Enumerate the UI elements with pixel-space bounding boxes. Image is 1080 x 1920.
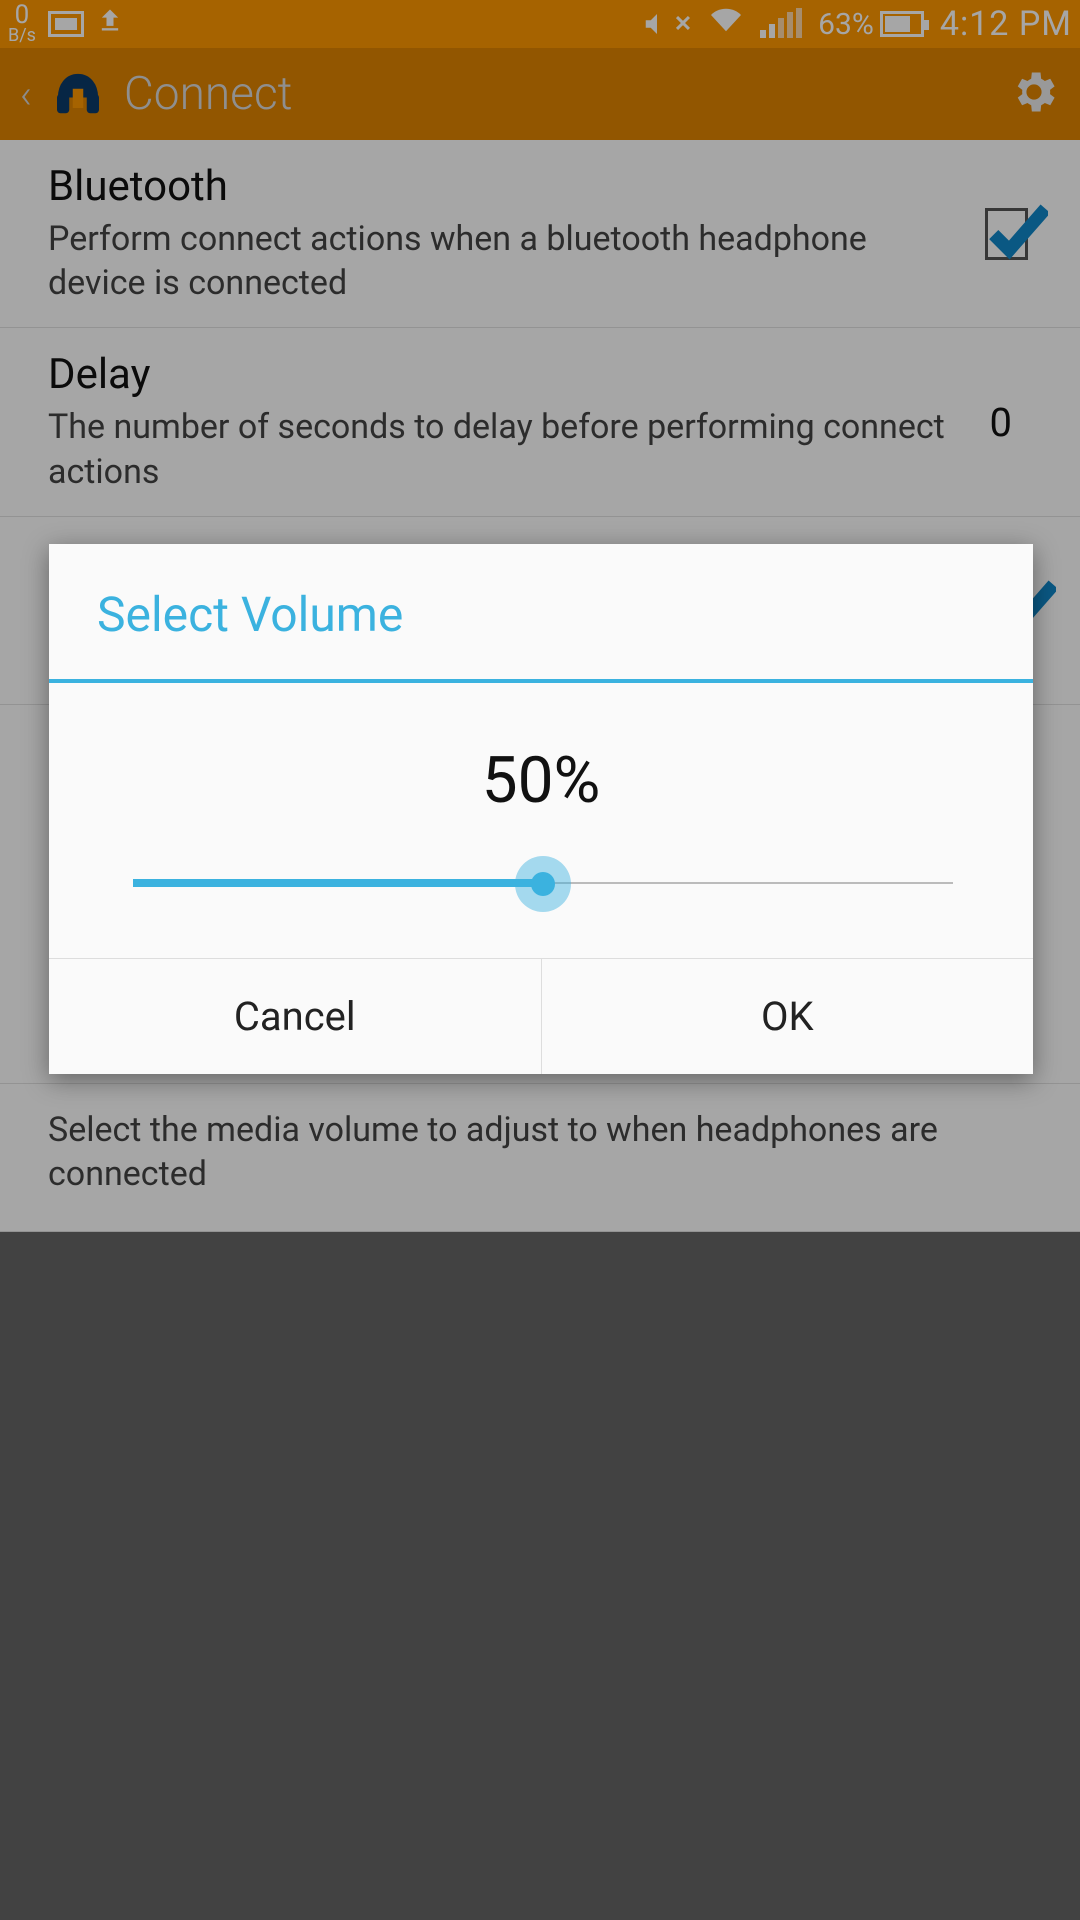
- ok-button[interactable]: OK: [542, 959, 1034, 1074]
- dialog-title: Select Volume: [49, 544, 1033, 683]
- select-volume-dialog: Select Volume 50% Cancel OK: [49, 544, 1033, 1074]
- volume-slider[interactable]: [89, 854, 993, 914]
- slider-fill: [133, 879, 547, 887]
- cancel-button[interactable]: Cancel: [49, 959, 542, 1074]
- slider-thumb[interactable]: [531, 872, 555, 896]
- volume-percent-label: 50%: [89, 743, 993, 818]
